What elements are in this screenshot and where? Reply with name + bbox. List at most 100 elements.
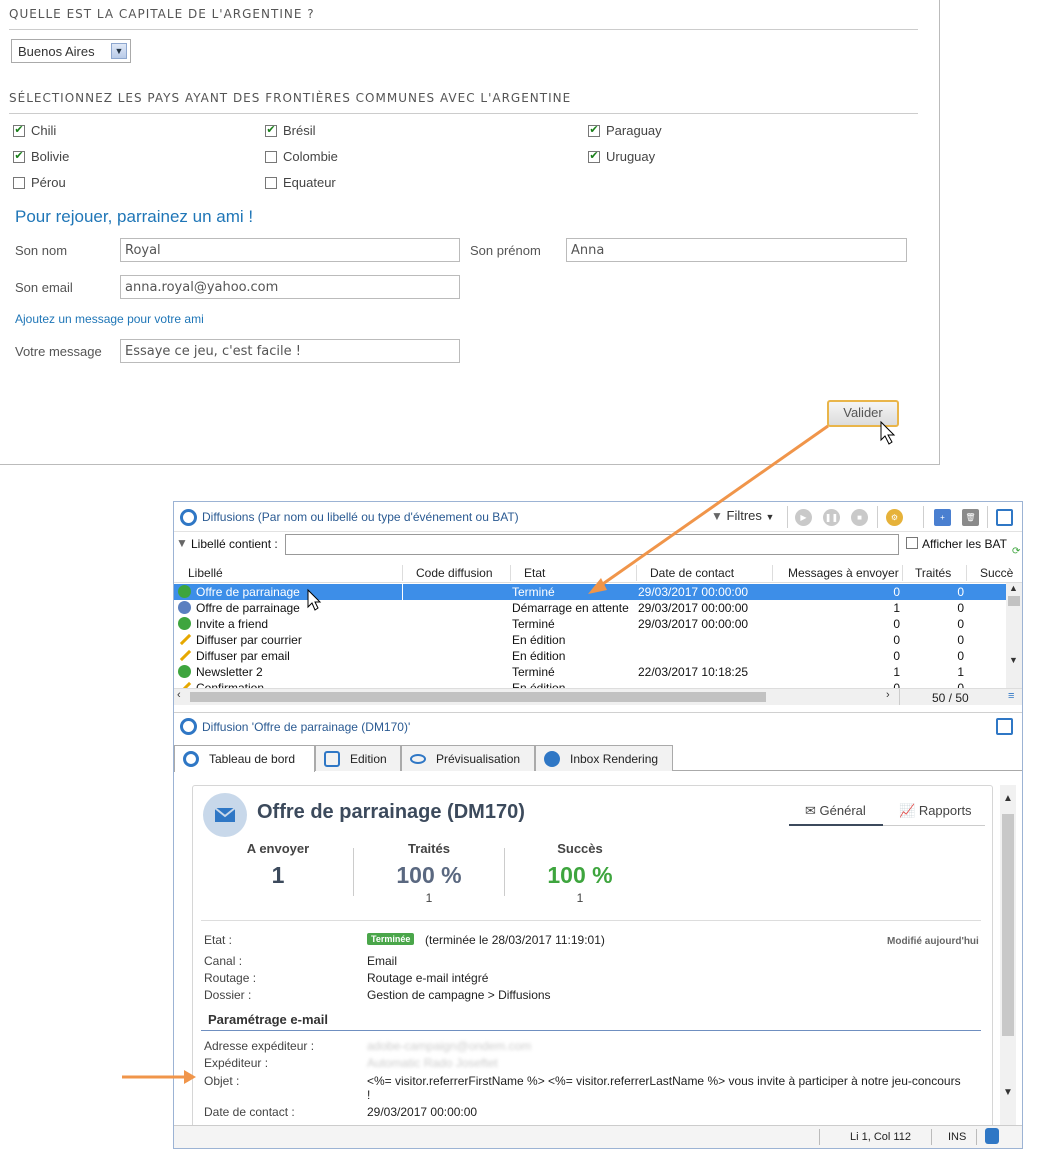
add-message-link[interactable]: Ajoutez un message pour votre ami bbox=[15, 312, 204, 326]
tab-inbox-rendering[interactable]: Inbox Rendering bbox=[535, 745, 673, 771]
divider bbox=[9, 113, 918, 114]
tab-label: Prévisualisation bbox=[436, 751, 521, 766]
chevron-left-icon[interactable]: ‹ bbox=[177, 689, 181, 701]
cell-to-send: 0 bbox=[893, 633, 900, 647]
eye-icon bbox=[410, 753, 426, 764]
message-input[interactable]: Essaye ce jeu, c'est facile ! bbox=[120, 339, 460, 363]
checkbox-bolivie[interactable]: ✔ Bolivie bbox=[13, 149, 69, 164]
tab-general[interactable]: ✉ Général bbox=[805, 803, 866, 819]
checkbox-box[interactable]: ✔ bbox=[13, 124, 25, 137]
cell-etat: Terminé bbox=[512, 617, 555, 631]
tab-general-label: Général bbox=[819, 803, 866, 818]
checkbox-label: Colombie bbox=[283, 149, 338, 164]
scroll-thumb[interactable] bbox=[190, 692, 766, 702]
grid-vertical-scrollbar[interactable]: ▲ ▼ bbox=[1006, 583, 1022, 689]
validate-button[interactable]: Valider bbox=[827, 400, 899, 427]
cell-etat: Démarrage en attente bbox=[512, 601, 629, 615]
play-circle-icon bbox=[178, 601, 191, 614]
funnel-icon: ▼ bbox=[711, 509, 723, 523]
gear-add-icon[interactable]: ⚙ bbox=[886, 509, 903, 526]
chevron-right-icon[interactable]: › bbox=[886, 689, 890, 701]
firstname-label: Son prénom bbox=[470, 243, 541, 258]
checkbox-box[interactable] bbox=[265, 150, 277, 163]
cell-date: 29/03/2017 00:00:00 bbox=[638, 617, 749, 631]
refresh-icon[interactable]: ⟳ bbox=[1012, 546, 1020, 557]
table-row[interactable]: Diffuser par courrier En édition 0 0 bbox=[174, 632, 1006, 648]
routing-label: Routage : bbox=[204, 971, 257, 985]
checkbox-uruguay[interactable]: ✔ Uruguay bbox=[588, 149, 655, 164]
stop-icon[interactable]: ■ bbox=[851, 509, 868, 526]
scroll-thumb[interactable] bbox=[1008, 596, 1020, 606]
col-to-send[interactable]: Messages à envoyer bbox=[788, 566, 899, 580]
cell-processed: 0 bbox=[957, 585, 964, 599]
chevron-up-icon[interactable]: ▲ bbox=[1009, 583, 1018, 593]
detail-title: Diffusion 'Offre de parrainage (DM170)' bbox=[202, 720, 411, 734]
col-libelle[interactable]: Libellé bbox=[188, 566, 223, 580]
maximize-icon[interactable] bbox=[996, 718, 1013, 735]
col-etat[interactable]: Etat bbox=[524, 566, 545, 580]
cell-divider bbox=[402, 584, 403, 600]
deliveries-icon bbox=[180, 509, 197, 526]
menu-icon[interactable]: ≡ bbox=[1008, 690, 1014, 702]
play-icon[interactable]: ▶ bbox=[795, 509, 812, 526]
question-capital-title: QUELLE EST LA CAPITALE DE L'ARGENTINE ? bbox=[9, 7, 315, 21]
cell-libelle: Newsletter 2 bbox=[196, 665, 263, 679]
cell-date: 22/03/2017 10:18:25 bbox=[638, 665, 749, 679]
checkbox-box[interactable]: ✔ bbox=[588, 124, 600, 137]
new-delivery-icon[interactable]: + bbox=[934, 509, 951, 526]
tab-edition[interactable]: Edition bbox=[315, 745, 401, 771]
tab-dashboard[interactable]: Tableau de bord bbox=[174, 745, 315, 772]
checkbox-chili[interactable]: ✔ Chili bbox=[13, 123, 56, 138]
grid-horizontal-scrollbar[interactable]: ‹ › 50 / 50 ≡ bbox=[174, 688, 1022, 705]
cell-processed: 0 bbox=[957, 649, 964, 663]
scroll-thumb[interactable] bbox=[1002, 814, 1014, 1036]
name-input[interactable]: Royal bbox=[120, 238, 460, 262]
trash-icon[interactable]: 🗑 bbox=[962, 509, 979, 526]
col-success[interactable]: Succè bbox=[980, 566, 1013, 580]
table-row[interactable]: Diffuser par email En édition 0 0 bbox=[174, 648, 1006, 664]
sender-address-label: Adresse expéditeur : bbox=[204, 1039, 315, 1053]
chevron-up-icon[interactable]: ▲ bbox=[1003, 793, 1013, 804]
filters-label: Filtres bbox=[726, 508, 762, 523]
filters-button[interactable]: ▼ Filtres ▼ bbox=[711, 508, 774, 523]
table-row[interactable]: Offre de parrainage Terminé 29/03/2017 00:… bbox=[174, 584, 1006, 600]
firstname-input[interactable]: Anna bbox=[566, 238, 907, 262]
dashboard-icon bbox=[183, 751, 199, 767]
table-row[interactable]: Newsletter 2 Terminé 22/03/2017 10:18:25 1 1 bbox=[174, 664, 1006, 680]
pause-icon[interactable]: ❚❚ bbox=[823, 509, 840, 526]
col-date[interactable]: Date de contact bbox=[650, 566, 734, 580]
checkbox-box[interactable] bbox=[13, 176, 25, 189]
label-filter-input[interactable] bbox=[285, 534, 899, 555]
checkbox-equateur[interactable]: Equateur bbox=[265, 175, 336, 190]
checkbox-box[interactable]: ✔ bbox=[13, 150, 25, 163]
chevron-down-icon[interactable]: ▼ bbox=[1009, 655, 1018, 665]
cursor-position: Li 1, Col 112 bbox=[850, 1131, 911, 1143]
tab-label: Tableau de bord bbox=[209, 752, 296, 766]
show-bat-checkbox[interactable] bbox=[906, 537, 918, 549]
checkbox-box[interactable]: ✔ bbox=[588, 150, 600, 163]
kpi-sub: 1 bbox=[576, 891, 584, 905]
tab-reports[interactable]: 📈 Rapports bbox=[899, 803, 972, 819]
channel-label: Canal : bbox=[204, 954, 243, 968]
col-processed[interactable]: Traités bbox=[915, 566, 951, 580]
table-row[interactable]: Invite a friend Terminé 29/03/2017 00:00:0… bbox=[174, 616, 1006, 632]
capital-select[interactable]: Buenos Aires ▼ bbox=[11, 39, 131, 63]
checkbox-colombie[interactable]: Colombie bbox=[265, 149, 338, 164]
chevron-down-icon[interactable]: ▼ bbox=[1003, 1087, 1013, 1098]
checkbox-bresil[interactable]: ✔ Brésil bbox=[265, 123, 316, 138]
dashboard-scrollbar[interactable]: ▲ ▼ bbox=[1000, 785, 1016, 1130]
checkbox-paraguay[interactable]: ✔ Paraguay bbox=[588, 123, 662, 138]
maximize-icon[interactable] bbox=[996, 509, 1013, 526]
tab-preview[interactable]: Prévisualisation bbox=[401, 745, 535, 771]
pencil-icon bbox=[178, 649, 191, 662]
checkbox-box[interactable] bbox=[265, 176, 277, 189]
email-input[interactable]: anna.royal@yahoo.com bbox=[120, 275, 460, 299]
checkbox-box[interactable]: ✔ bbox=[265, 124, 277, 137]
checkbox-perou[interactable]: Pérou bbox=[13, 175, 66, 190]
kpi-label: Traités bbox=[408, 841, 450, 856]
kpi-sub: 1 bbox=[425, 891, 433, 905]
state-label: Etat : bbox=[204, 933, 233, 947]
cell-etat: Terminé bbox=[512, 585, 555, 599]
table-row[interactable]: Offre de parrainage Démarrage en attente 2… bbox=[174, 600, 1006, 616]
col-code[interactable]: Code diffusion bbox=[416, 566, 493, 580]
